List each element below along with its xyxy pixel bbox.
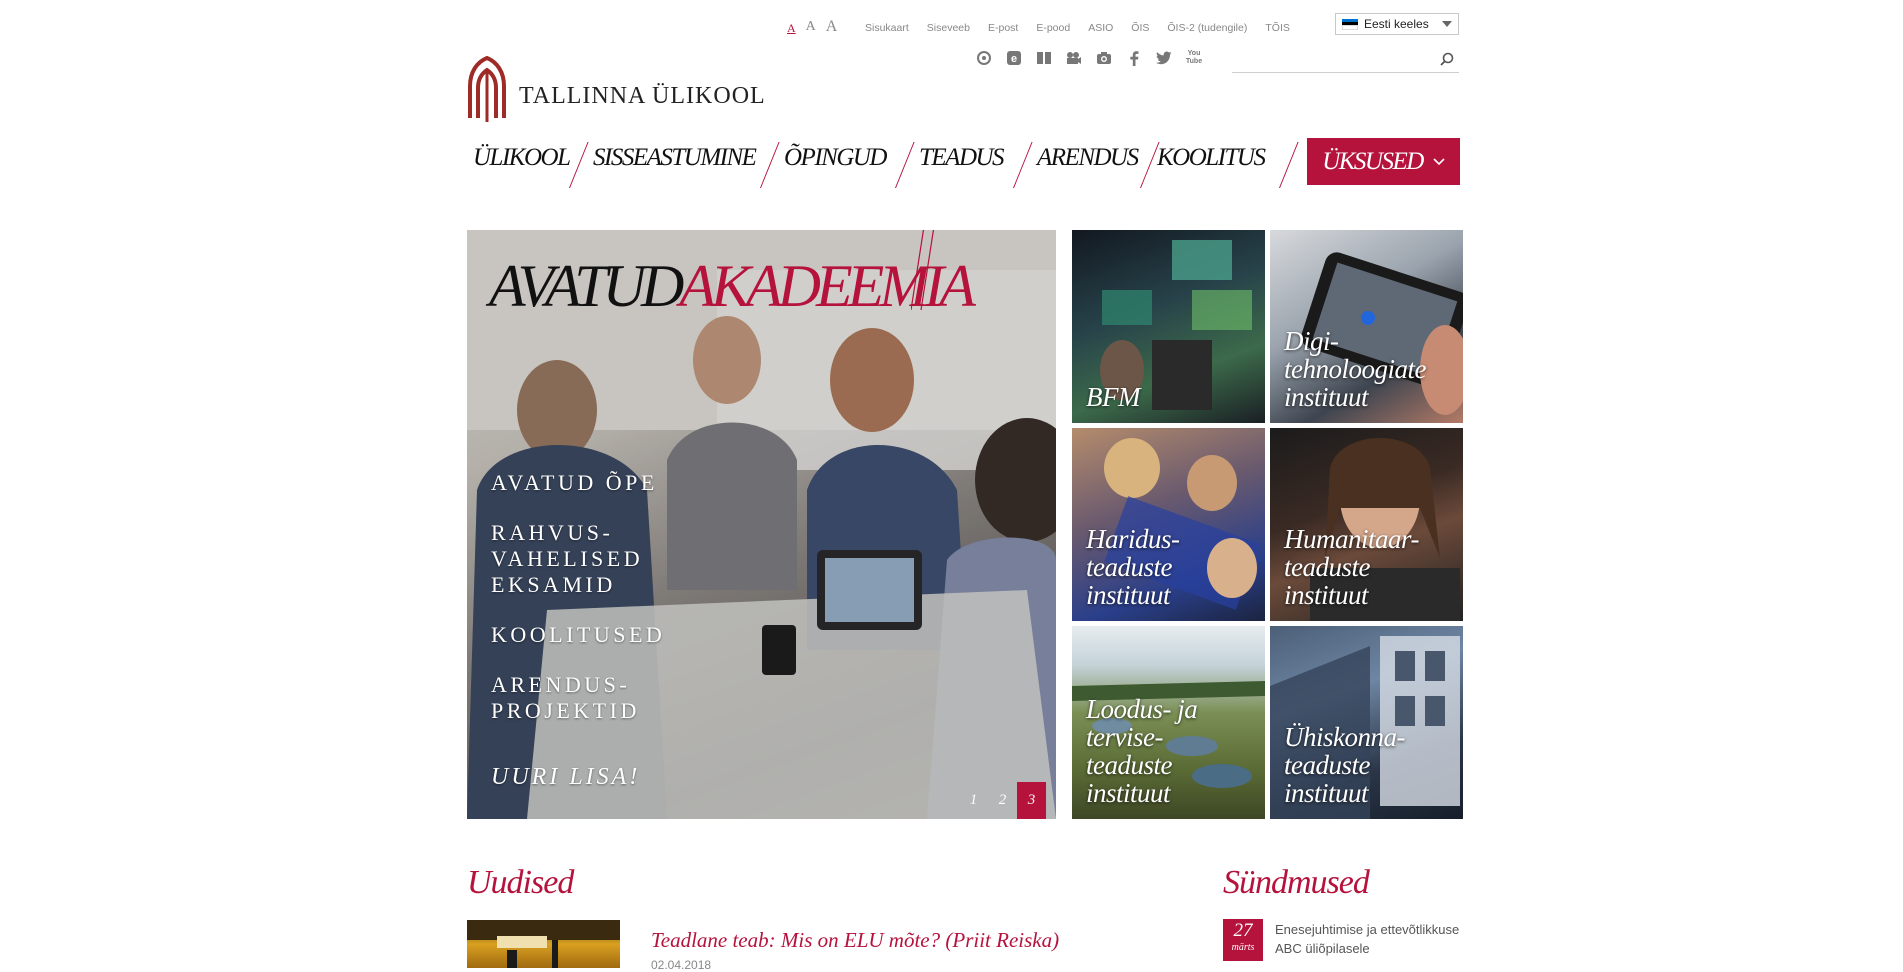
news-thumbnail-photo <box>467 920 620 968</box>
hero-link-koolitused[interactable]: KOOLITUSED <box>491 622 665 648</box>
tile-uhiskonnateaduste[interactable]: Ühiskonna- teaduste instituut <box>1270 626 1463 819</box>
book-icon[interactable] <box>1035 50 1053 66</box>
nav-dropdown-uksused[interactable]: ÜKSUSED <box>1307 138 1460 185</box>
link-asio[interactable]: ASIO <box>1088 22 1113 34</box>
cycle-icon[interactable] <box>975 50 993 66</box>
nav-item-koolitus[interactable]: KOOLITUS <box>1157 144 1266 172</box>
university-logo-icon <box>468 56 506 122</box>
font-size-switcher: A A A <box>787 18 837 36</box>
e-icon[interactable]: e <box>1005 50 1023 66</box>
chevron-down-icon <box>1433 157 1445 165</box>
social-icons: e You Tube <box>975 50 1203 66</box>
camera-icon[interactable] <box>1095 50 1113 66</box>
language-select-value: Eesti keeles <box>1364 17 1429 31</box>
slide-pager: 1 2 3 <box>959 782 1046 819</box>
hero-menu: AVATUD ÕPE RAHVUS- VAHELISED EKSAMID KOO… <box>491 470 665 748</box>
news-thumbnail[interactable] <box>467 920 620 968</box>
site-logo[interactable]: TALLINNA ÜLIKOOL <box>467 56 766 122</box>
video-camera-icon[interactable] <box>1065 50 1083 66</box>
hero-title-part2: AKADEEMIA <box>679 253 976 319</box>
svg-text:e: e <box>1011 53 1017 65</box>
top-links: Sisukaart Siseveeb E-post E-pood ASIO ÕI… <box>865 22 1290 34</box>
chevron-down-icon <box>1442 21 1452 27</box>
nav-separator <box>1013 142 1033 188</box>
event-day: 27 <box>1233 920 1253 941</box>
event-item-title[interactable]: Enesejuhtimise ja ettevõtlikkuse ABC üli… <box>1275 920 1460 958</box>
hero-link-arendusprojektid[interactable]: ARENDUS- PROJEKTID <box>491 672 665 724</box>
nav-item-arendus[interactable]: ARENDUS <box>1037 144 1139 172</box>
nav-dropdown-label: ÜKSUSED <box>1322 147 1424 175</box>
link-e-post[interactable]: E-post <box>988 22 1018 34</box>
tile-label: Humanitaar- teaduste instituut <box>1284 524 1419 610</box>
news-item-title[interactable]: Teadlane teab: Mis on ELU mõte? (Priit R… <box>651 928 1059 953</box>
event-month: märts <box>1231 942 1255 953</box>
font-size-medium[interactable]: A <box>806 18 816 36</box>
nav-separator <box>1279 142 1299 188</box>
nav-separator <box>569 142 589 188</box>
link-e-pood[interactable]: E-pood <box>1036 22 1070 34</box>
search-input[interactable] <box>1232 48 1431 72</box>
nav-item-ulikool[interactable]: ÜLIKOOL <box>473 144 571 172</box>
page: A A A Sisukaart Siseveeb E-post E-pood A… <box>467 0 1463 972</box>
facebook-icon[interactable] <box>1125 50 1143 66</box>
link-tois[interactable]: TÕIS <box>1265 22 1290 34</box>
news-heading: Uudised <box>467 864 574 901</box>
youtube-icon[interactable]: You Tube <box>1185 50 1203 66</box>
link-sisukaart[interactable]: Sisukaart <box>865 22 909 34</box>
tile-label: Ühiskonna- teaduste instituut <box>1284 722 1405 808</box>
nav-item-teadus[interactable]: TEADUS <box>919 144 1005 172</box>
language-select[interactable]: Eesti keeles <box>1335 13 1459 35</box>
tile-humanitaarteaduste[interactable]: Humanitaar- teaduste instituut <box>1270 428 1463 621</box>
tile-label: Loodus- ja tervise- teaduste instituut <box>1086 694 1198 808</box>
link-ois2[interactable]: ÕIS-2 (tudengile) <box>1167 22 1247 34</box>
tile-loodusteaduste[interactable]: Loodus- ja tervise- teaduste instituut <box>1072 626 1265 819</box>
slide-dot-2[interactable]: 2 <box>988 782 1017 819</box>
search-icon[interactable] <box>1439 51 1455 67</box>
nav-item-sisseastumine[interactable]: SISSEASTUMINE <box>593 144 757 172</box>
font-size-large[interactable]: A <box>826 18 838 36</box>
tile-haridusteaduste[interactable]: Haridus- teaduste instituut <box>1072 428 1265 621</box>
hero-more-link[interactable]: UURI LISA! <box>491 764 640 791</box>
search-box <box>1232 48 1459 73</box>
events-heading: Sündmused <box>1223 864 1370 901</box>
hero-title-part1: AVATUD <box>489 253 684 319</box>
logo-text: TALLINNA ÜLIKOOL <box>519 83 766 109</box>
youtube-label: You Tube <box>1185 50 1203 65</box>
nav-item-opingud[interactable]: ÕPINGUD <box>784 144 888 172</box>
hero-link-rahvusvahelised-eksamid[interactable]: RAHVUS- VAHELISED EKSAMID <box>491 520 665 598</box>
event-date-badge: 27 märts <box>1223 919 1263 961</box>
tile-label: BFM <box>1086 382 1140 412</box>
main-nav: ÜLIKOOL SISSEASTUMINE ÕPINGUD TEADUS ARE… <box>467 138 1460 188</box>
nav-separator <box>760 142 780 188</box>
estonia-flag-icon <box>1342 18 1358 30</box>
hero-title: AVATUDAKADEEMIA <box>489 253 976 319</box>
tile-label: Haridus- teaduste instituut <box>1086 524 1180 610</box>
font-size-small[interactable]: A <box>787 18 796 36</box>
slide-dot-3[interactable]: 3 <box>1017 782 1046 819</box>
link-ois[interactable]: ÕIS <box>1131 22 1149 34</box>
slide-dot-1[interactable]: 1 <box>959 782 988 819</box>
news-item-date: 02.04.2018 <box>651 958 712 972</box>
tile-label: Digi- tehnoloogiate instituut <box>1284 326 1426 412</box>
tile-bfm[interactable]: BFM <box>1072 230 1265 423</box>
hero-slider[interactable]: AVATUDAKADEEMIA AVATUD ÕPE RAHVUS- VAHEL… <box>467 230 1056 819</box>
nav-separator <box>895 142 915 188</box>
link-siseveeb[interactable]: Siseveeb <box>927 22 970 34</box>
twitter-icon[interactable] <box>1155 50 1173 66</box>
tile-digitehnoloogiate[interactable]: Digi- tehnoloogiate instituut <box>1270 230 1463 423</box>
hero-link-avatud-ope[interactable]: AVATUD ÕPE <box>491 470 665 496</box>
